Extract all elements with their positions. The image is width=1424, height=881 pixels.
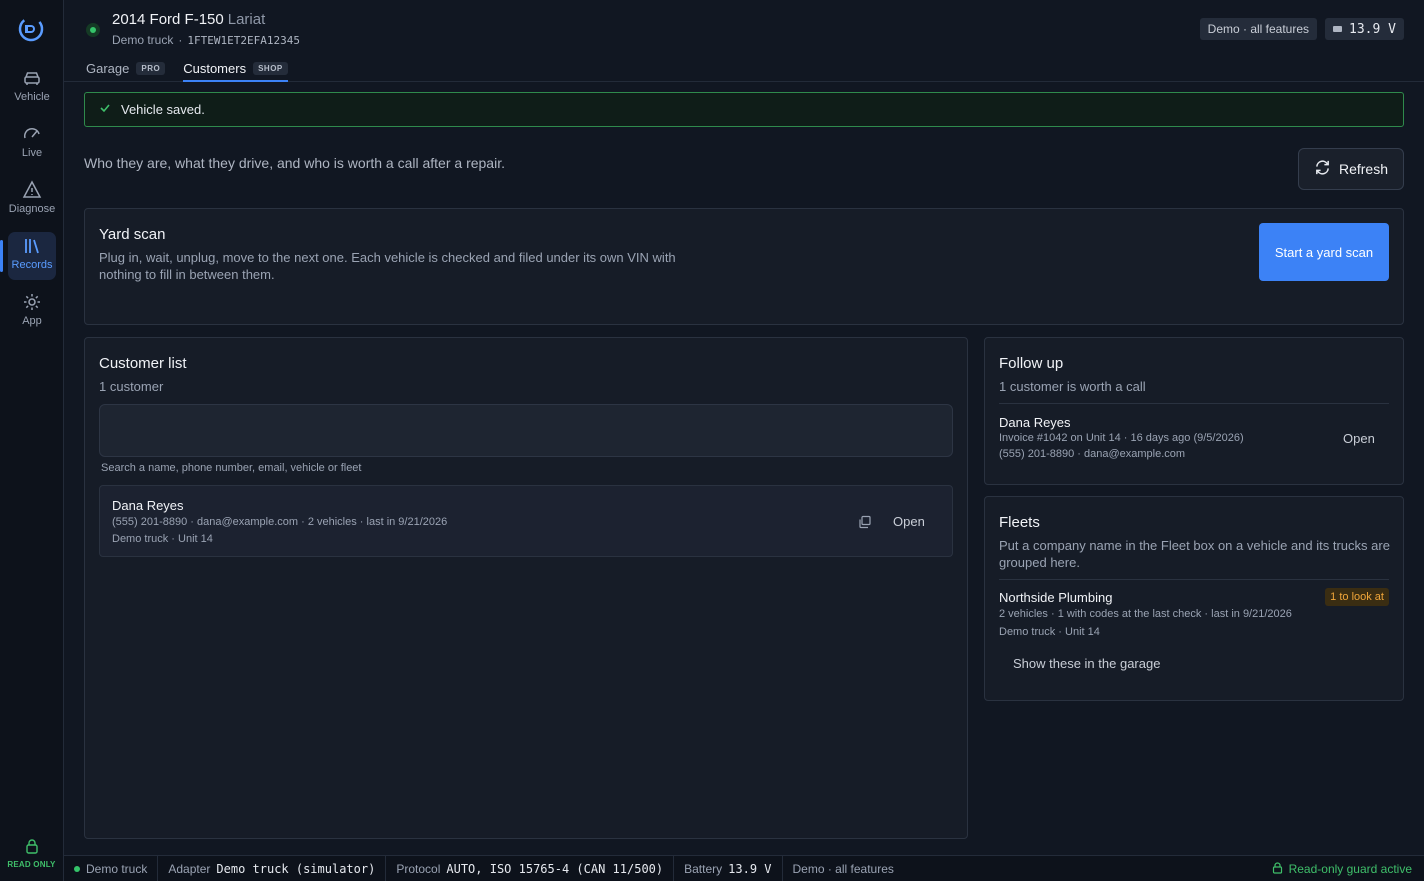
- sidebar-item-live[interactable]: Live: [8, 120, 56, 168]
- customer-name: Dana Reyes: [112, 498, 184, 513]
- read-only-indicator: READ ONLY: [0, 838, 63, 869]
- banner-text: Vehicle saved.: [121, 102, 205, 117]
- battery-label: Battery: [684, 861, 723, 876]
- vehicle-vin: 1FTEW1ET2EFA12345: [187, 34, 300, 47]
- status-source: Demo truck: [64, 855, 159, 881]
- protocol-value: AUTO, ISO 15765-4 (CAN 11/500): [446, 861, 664, 876]
- tab-garage[interactable]: Garage PRO: [86, 56, 166, 80]
- lock-icon: [25, 838, 39, 856]
- customer-vehicles: Demo truck · Unit 14: [112, 533, 213, 545]
- fleets-title: Fleets: [999, 514, 1040, 531]
- sidebar: Vehicle Live Diagnose Records App READ O…: [0, 0, 64, 881]
- status-mode: Demo · all features: [792, 861, 894, 876]
- adapter-label: Adapter: [168, 861, 211, 876]
- follow-up-customer-name: Dana Reyes: [999, 415, 1071, 430]
- header: 2014 Ford F-150 Lariat Demo truck · 1FTEW1E…: [64, 0, 1424, 82]
- status-bar: Demo truck Adapter Demo truck (simulator…: [64, 855, 1424, 881]
- customer-open-button[interactable]: Open: [893, 514, 925, 529]
- app-logo[interactable]: [16, 14, 46, 44]
- status-protocol: Protocol AUTO, ISO 15765-4 (CAN 11/500): [386, 855, 675, 881]
- customer-details: (555) 201-8890 · dana@example.com · 2 ve…: [112, 516, 448, 528]
- status-source-text: Demo truck: [86, 861, 148, 876]
- check-icon: [99, 102, 111, 117]
- voltage-chip: 13.9 V: [1325, 18, 1404, 40]
- sidebar-item-label: Diagnose: [8, 203, 56, 215]
- refresh-button[interactable]: Refresh: [1298, 148, 1404, 190]
- separator: ·: [178, 33, 183, 47]
- warning-icon: [22, 180, 42, 200]
- sidebar-item-app[interactable]: App: [8, 288, 56, 336]
- tab-label: Garage: [86, 60, 130, 76]
- sidebar-item-records[interactable]: Records: [0, 232, 56, 280]
- fleets-card: Fleets Put a company name in the Fleet b…: [984, 496, 1404, 701]
- vehicle-subtitle: Demo truck · 1FTEW1ET2EFA12345: [112, 33, 300, 47]
- records-icon: [22, 236, 42, 256]
- sidebar-item-label: Records: [11, 259, 53, 271]
- start-yard-scan-button[interactable]: Start a yard scan: [1259, 223, 1389, 281]
- divider: [999, 403, 1389, 404]
- protocol-label: Protocol: [396, 861, 441, 876]
- status-battery: Battery 13.9 V: [674, 855, 783, 881]
- follow-up-subtitle: 1 customer is worth a call: [999, 379, 1146, 394]
- yard-scan-title: Yard scan: [99, 226, 166, 243]
- tab-bar: Garage PRO Customers SHOP: [86, 56, 288, 82]
- fleet-vehicles: Demo truck · Unit 14: [999, 626, 1100, 638]
- yard-scan-card: Yard scan Plug in, wait, unplug, move to…: [84, 208, 1404, 325]
- follow-up-contact: (555) 201-8890 · dana@example.com: [999, 448, 1186, 460]
- vehicle-name: 2014 Ford F-150: [112, 11, 224, 28]
- gear-icon: [22, 292, 42, 312]
- gauge-icon: [22, 124, 42, 144]
- customer-row[interactable]: Dana Reyes (555) 201-8890 · dana@example…: [99, 485, 953, 557]
- connection-status-icon: [86, 23, 100, 37]
- customer-count: 1 customer: [99, 379, 164, 394]
- tab-customers[interactable]: Customers SHOP: [183, 56, 288, 82]
- vehicle-title: 2014 Ford F-150 Lariat: [112, 11, 265, 28]
- search-help-text: Search a name, phone number, email, vehi…: [101, 462, 362, 474]
- customer-list-card: Customer list 1 customer Search a name, …: [84, 337, 968, 839]
- success-banner: Vehicle saved.: [84, 92, 1404, 127]
- tab-tag: PRO: [136, 61, 166, 75]
- vehicle-trim: Lariat: [227, 11, 266, 28]
- guard-text: Read-only guard active: [1288, 862, 1412, 876]
- header-status: Demo · all features 13.9 V: [1199, 18, 1404, 40]
- fleet-name: Northside Plumbing: [999, 590, 1113, 605]
- sidebar-item-label: Live: [21, 147, 43, 159]
- adapter-value: Demo truck (simulator): [216, 861, 376, 876]
- read-only-label: READ ONLY: [7, 860, 56, 869]
- sidebar-item-vehicle[interactable]: Vehicle: [8, 64, 56, 112]
- refresh-icon: [1314, 159, 1331, 179]
- lock-icon: [1272, 861, 1283, 877]
- tab-label: Customers: [183, 60, 247, 76]
- sidebar-item-label: Vehicle: [14, 91, 50, 103]
- follow-up-title: Follow up: [999, 355, 1064, 372]
- mode-chip: Demo · all features: [1199, 18, 1318, 40]
- status-adapter: Adapter Demo truck (simulator): [158, 855, 387, 881]
- battery-icon: [1333, 22, 1343, 36]
- read-only-guard: Read-only guard active: [1272, 856, 1412, 881]
- connected-dot-icon: [74, 865, 80, 872]
- voltage-value: 13.9 V: [1349, 21, 1396, 37]
- copy-icon[interactable]: [858, 515, 872, 529]
- refresh-label: Refresh: [1338, 161, 1389, 177]
- customer-list-title: Customer list: [99, 355, 187, 372]
- follow-up-card: Follow up 1 customer is worth a call Dan…: [984, 337, 1404, 485]
- main-content: Vehicle saved. Who they are, what they d…: [64, 82, 1424, 854]
- fleet-attention-badge: 1 to look at: [1325, 588, 1389, 606]
- follow-up-open-button[interactable]: Open: [1343, 431, 1375, 446]
- customer-search-input[interactable]: [99, 404, 953, 457]
- divider: [999, 579, 1389, 580]
- fleets-description: Put a company name in the Fleet box on a…: [999, 538, 1390, 570]
- follow-up-invoice: Invoice #1042 on Unit 14 · 16 days ago (…: [999, 432, 1244, 444]
- vehicle-source: Demo truck: [112, 33, 174, 47]
- page-intro: Who they are, what they drive, and who i…: [84, 155, 505, 171]
- fleet-summary: 2 vehicles · 1 with codes at the last ch…: [999, 608, 1292, 620]
- yard-scan-description: Plug in, wait, unplug, move to the next …: [99, 250, 676, 282]
- battery-value: 13.9 V: [728, 861, 772, 876]
- sidebar-item-diagnose[interactable]: Diagnose: [8, 176, 56, 224]
- show-in-garage-button[interactable]: Show these in the garage: [999, 648, 1174, 678]
- tab-tag: SHOP: [253, 61, 288, 75]
- car-icon: [22, 68, 42, 88]
- sidebar-item-label: App: [22, 315, 42, 327]
